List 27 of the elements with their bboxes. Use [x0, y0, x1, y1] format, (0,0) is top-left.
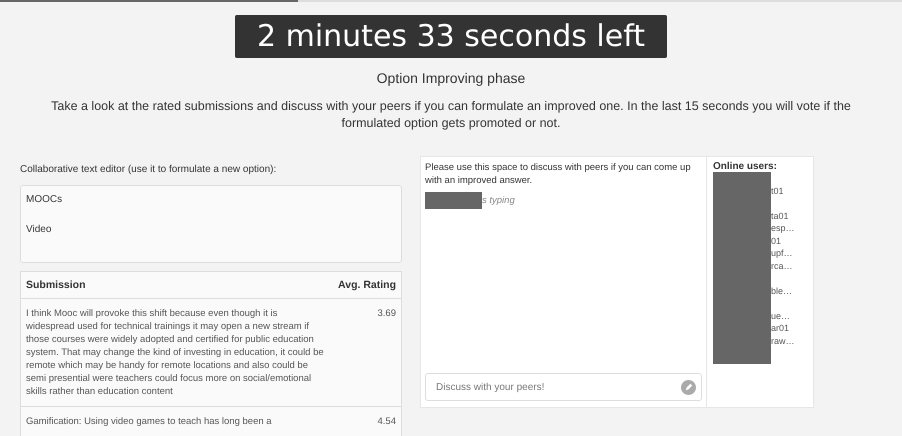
editor-label: Collaborative text editor (use it to formulate a new option): — [20, 164, 278, 175]
instructions: Take a look at the rated submissions and discuss with your peers if you can formulate an improved one. In the last 15 seconds you will vote if the formulated option gets promoted or not. — [50, 98, 852, 132]
typing-indicator: s typing — [482, 195, 515, 206]
chat-input[interactable]: Discuss with your peers! — [425, 373, 702, 401]
user-name: raw… — [771, 334, 795, 347]
online-users-title: Online users: — [713, 161, 778, 172]
user-name: t01 — [771, 184, 785, 197]
user-name: rca… — [771, 260, 794, 272]
pencil-icon[interactable] — [681, 380, 696, 395]
submission-text: I think Mooc will provoke this shift because even though it is widespread used for technical trainings it may open a new stream if those courses were widely adopted and certified for public education system. That may change the kind of investing in education, it could be remote which may be handy for remote locations and also could be semi presential were teachers could focus more on social/emotional skills rather than education content — [26, 307, 325, 398]
chat-intro: Please use this space to discuss with peers if you can come up with an improved answer. — [425, 161, 692, 187]
user-name: upf… — [771, 247, 794, 260]
submission-text: Gamification: Using video games to teach has long been a — [26, 415, 273, 428]
rating-value: 3.69 — [378, 307, 396, 321]
user-name: ble… — [771, 284, 794, 297]
rating-value: 4.54 — [378, 415, 396, 428]
phase-title: Option Improving phase — [376, 70, 526, 86]
user-name: ar01 — [771, 322, 790, 334]
user-name: ue… — [771, 310, 792, 322]
column-header: Submission — [26, 279, 86, 291]
user-name: ta01 — [771, 210, 790, 222]
redaction-block — [425, 192, 482, 209]
user-name: esp… — [771, 222, 795, 234]
user-name: 01 — [771, 234, 782, 247]
column-header: Avg. Rating — [338, 279, 396, 291]
text-editor[interactable]: MOOCs Video — [20, 185, 402, 263]
countdown-timer: 2 minutes 33 seconds left — [234, 15, 668, 58]
